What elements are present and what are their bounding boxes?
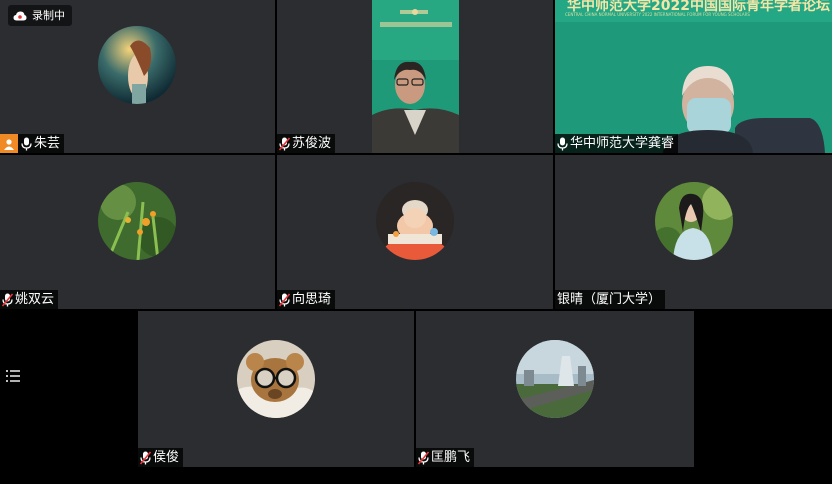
recording-label: 录制中: [32, 9, 65, 22]
nameplate: 朱芸: [0, 134, 65, 153]
participant-name: 朱芸: [34, 136, 61, 151]
participant-name: 向思琦: [292, 292, 332, 307]
video-tile-houjun[interactable]: 侯俊: [138, 311, 414, 467]
host-icon: [0, 134, 18, 153]
participant-name: 华中师范大学龚睿: [570, 136, 675, 151]
mic-muted-icon: [279, 136, 290, 151]
participant-list-button[interactable]: [5, 368, 21, 384]
list-icon: [6, 370, 20, 382]
participant-name: 姚双云: [15, 292, 55, 307]
recording-indicator[interactable]: 录制中: [8, 5, 72, 26]
participant-name: 匡鹏飞: [431, 450, 471, 465]
avatar-kuangpengfei: [516, 340, 594, 418]
nameplate: 匡鹏飞: [416, 448, 475, 467]
nameplate: 银晴（厦门大学）: [555, 290, 666, 309]
cloud-record-icon: [13, 11, 27, 20]
nameplate: 向思琦: [277, 290, 336, 309]
mic-muted-icon: [418, 450, 429, 465]
video-tile-sujunbo[interactable]: 苏俊波: [277, 0, 553, 153]
nameplate: 华中师范大学龚睿: [555, 134, 679, 153]
participant-name: 银晴（厦门大学）: [557, 292, 662, 307]
video-tile-xiangsiqi[interactable]: 向思琦: [277, 155, 553, 309]
video-feed: 华中师范大学2022中国国际青年学者论坛 CENTRAL CHINA NORMA…: [555, 0, 832, 153]
mic-icon: [557, 137, 568, 151]
banner-subtitle: CENTRAL CHINA NORMAL UNIVERSITY 2022 INT…: [565, 12, 750, 17]
participant-name: 苏俊波: [292, 136, 332, 151]
video-tile-gongrui[interactable]: 华中师范大学2022中国国际青年学者论坛 CENTRAL CHINA NORMA…: [555, 0, 832, 153]
nameplate: 姚双云: [0, 290, 59, 309]
nameplate: 侯俊: [138, 448, 184, 467]
video-feed: [372, 0, 459, 153]
nameplate: 苏俊波: [277, 134, 336, 153]
avatar-yinqing: [655, 182, 733, 260]
avatar-houjun: [237, 340, 315, 418]
video-tile-yaoshuangyun[interactable]: 姚双云: [0, 155, 275, 309]
avatar-yaoshuangyun: [98, 182, 176, 260]
video-tile-kuangpengfei[interactable]: 匡鹏飞: [416, 311, 694, 467]
video-tile-yinqing[interactable]: 银晴（厦门大学）: [555, 155, 832, 309]
avatar-xiangsiqi: [376, 182, 454, 260]
mic-icon: [21, 137, 32, 151]
participant-name: 侯俊: [153, 450, 180, 465]
mic-muted-icon: [2, 292, 13, 307]
mic-muted-icon: [140, 450, 151, 465]
video-tile-zhuyun[interactable]: 朱芸 录制中: [0, 0, 275, 153]
mic-muted-icon: [279, 292, 290, 307]
avatar-zhuyun: [98, 26, 176, 104]
